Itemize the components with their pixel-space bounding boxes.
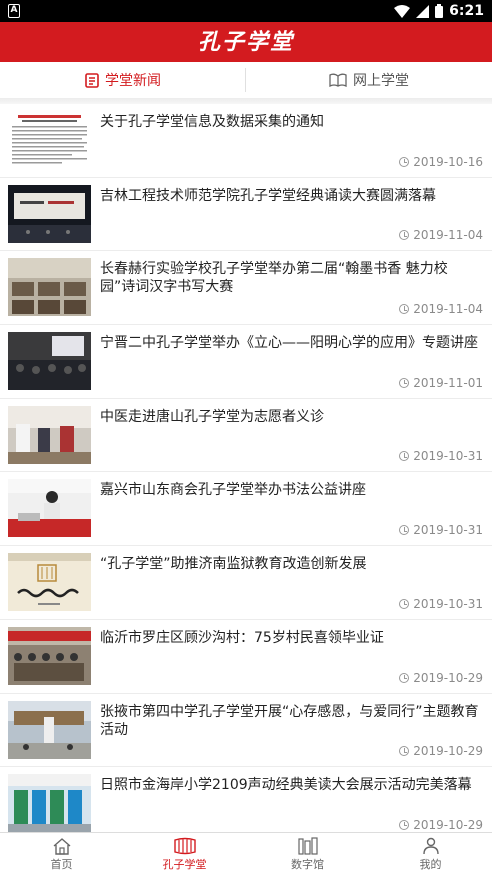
notification-icon: A: [8, 4, 20, 18]
news-date-text: 2019-10-29: [413, 817, 483, 832]
news-date-text: 2019-10-16: [413, 154, 483, 169]
news-thumbnail: [8, 184, 91, 243]
news-date-text: 2019-10-31: [413, 449, 483, 464]
news-thumbnail: [8, 405, 91, 464]
news-thumbnail: [8, 553, 91, 612]
clock-icon: [399, 746, 410, 757]
nav-label: 数字馆: [291, 857, 324, 871]
news-date-text: 2019-10-29: [413, 744, 483, 759]
clock-icon: [399, 377, 410, 388]
news-date-text: 2019-11-04: [413, 228, 483, 243]
clock-icon: [399, 451, 410, 462]
news-thumbnail: [8, 700, 91, 759]
news-thumbnail: [8, 332, 91, 391]
news-date: 2019-10-31: [399, 597, 483, 611]
news-item[interactable]: 嘉兴市山东商会孔子学堂举办书法公益讲座 2019-10-31: [0, 472, 492, 547]
news-title: “孔子学堂”助推济南监狱教育改造创新发展: [100, 556, 367, 573]
app-title: 孔子学堂: [197, 29, 294, 55]
news-title: 吉林工程技术师范学院孔子学堂经典诵读大赛圆满落幕: [100, 187, 436, 204]
home-icon: [52, 837, 72, 855]
bamboo-scroll-icon: [173, 837, 196, 855]
signal-icon: [416, 4, 430, 18]
clock-icon: [399, 525, 410, 536]
news-date: 2019-10-29: [399, 818, 483, 832]
news-title: 宁晋二中孔子学堂举办《立心——阳明心学的应用》专题讲座: [100, 335, 478, 352]
clock-icon: [399, 819, 410, 830]
app-header: 孔子学堂: [0, 22, 492, 62]
news-thumbnail: [8, 774, 91, 833]
news-item[interactable]: 关于孔子学堂信息及数据采集的通知 2019-10-16: [0, 104, 492, 178]
person-icon: [422, 837, 440, 855]
news-date: 2019-10-31: [399, 523, 483, 537]
news-title: 临沂市罗庄区顾沙沟村：75岁村民喜领毕业证: [100, 629, 384, 646]
news-date: 2019-11-01: [399, 376, 483, 390]
nav-label: 我的: [419, 857, 442, 871]
clock-icon: [399, 156, 410, 167]
news-item[interactable]: 吉林工程技术师范学院孔子学堂经典诵读大赛圆满落幕 2019-11-04: [0, 178, 492, 252]
nav-confucius-school[interactable]: 孔子学堂: [123, 833, 246, 875]
news-date-text: 2019-10-31: [413, 596, 483, 611]
news-date: 2019-10-29: [399, 744, 483, 758]
news-date-text: 2019-10-29: [413, 670, 483, 685]
news-title: 日照市金海岸小学2109声动经典美读大会展示活动完美落幕: [100, 777, 472, 794]
tab-bar: 学堂新闻 网上学堂: [0, 62, 492, 99]
clock-icon: [399, 672, 410, 683]
news-date: 2019-10-29: [399, 671, 483, 685]
nav-label: 孔子学堂: [162, 857, 207, 871]
nav-home[interactable]: 首页: [0, 833, 123, 875]
status-bar: A 6:21: [0, 0, 492, 22]
news-title: 嘉兴市山东商会孔子学堂举办书法公益讲座: [100, 482, 366, 499]
news-item[interactable]: 长春赫行实验学校孔子学堂举办第二届“翰墨书香 魅力校园”诗词汉字书写大赛 201…: [0, 251, 492, 326]
news-date-text: 2019-11-04: [413, 302, 483, 317]
news-item[interactable]: 临沂市罗庄区顾沙沟村：75岁村民喜领毕业证 2019-10-29: [0, 620, 492, 694]
battery-icon: [435, 4, 444, 18]
tab-divider: [245, 68, 246, 92]
news-title: 中医走进唐山孔子学堂为志愿者义诊: [100, 408, 324, 425]
news-title: 张掖市第四中学孔子学堂开展“心存感恩，与爱同行”主题教育活动: [100, 703, 479, 738]
news-date-text: 2019-10-31: [413, 523, 483, 538]
tab-label: 学堂新闻: [105, 73, 161, 89]
news-thumbnail: [8, 479, 91, 538]
clock-icon: [399, 598, 410, 609]
news-thumbnail: [8, 258, 91, 317]
news-date: 2019-10-16: [399, 155, 483, 169]
tab-online-school[interactable]: 网上学堂: [246, 62, 492, 98]
news-icon: [85, 72, 99, 88]
news-item[interactable]: “孔子学堂”助推济南监狱教育改造创新发展 2019-10-31: [0, 546, 492, 620]
news-thumbnail: [8, 626, 91, 685]
news-list: 关于孔子学堂信息及数据采集的通知 2019-10-16 吉林工程技术师范学院孔子…: [0, 104, 492, 841]
book-icon: [329, 73, 347, 87]
news-thumbnail: [8, 111, 91, 169]
clock-icon: [399, 304, 410, 315]
news-date-text: 2019-11-01: [413, 375, 483, 390]
news-item[interactable]: 日照市金海岸小学2109声动经典美读大会展示活动完美落幕 2019-10-29: [0, 767, 492, 841]
clock-text: 6:21: [449, 3, 484, 19]
tab-school-news[interactable]: 学堂新闻: [0, 62, 246, 98]
bottom-nav: 首页 孔子学堂 数字馆 我的: [0, 832, 492, 875]
nav-mine[interactable]: 我的: [369, 833, 492, 875]
wifi-icon: [394, 4, 411, 18]
news-item[interactable]: 宁晋二中孔子学堂举办《立心——阳明心学的应用》专题讲座 2019-11-01: [0, 325, 492, 399]
nav-digital-museum[interactable]: 数字馆: [246, 833, 369, 875]
news-item[interactable]: 张掖市第四中学孔子学堂开展“心存感恩，与爱同行”主题教育活动 2019-10-2…: [0, 694, 492, 768]
news-title: 关于孔子学堂信息及数据采集的通知: [100, 114, 324, 130]
news-title: 长春赫行实验学校孔子学堂举办第二届“翰墨书香 魅力校园”诗词汉字书写大赛: [100, 261, 448, 296]
tab-label: 网上学堂: [353, 73, 409, 89]
news-item[interactable]: 中医走进唐山孔子学堂为志愿者义诊 2019-10-31: [0, 399, 492, 473]
library-icon: [297, 836, 319, 855]
news-date: 2019-11-04: [399, 302, 483, 316]
news-date: 2019-11-04: [399, 228, 483, 242]
nav-label: 首页: [50, 857, 73, 871]
clock-icon: [399, 230, 410, 241]
news-date: 2019-10-31: [399, 449, 483, 463]
